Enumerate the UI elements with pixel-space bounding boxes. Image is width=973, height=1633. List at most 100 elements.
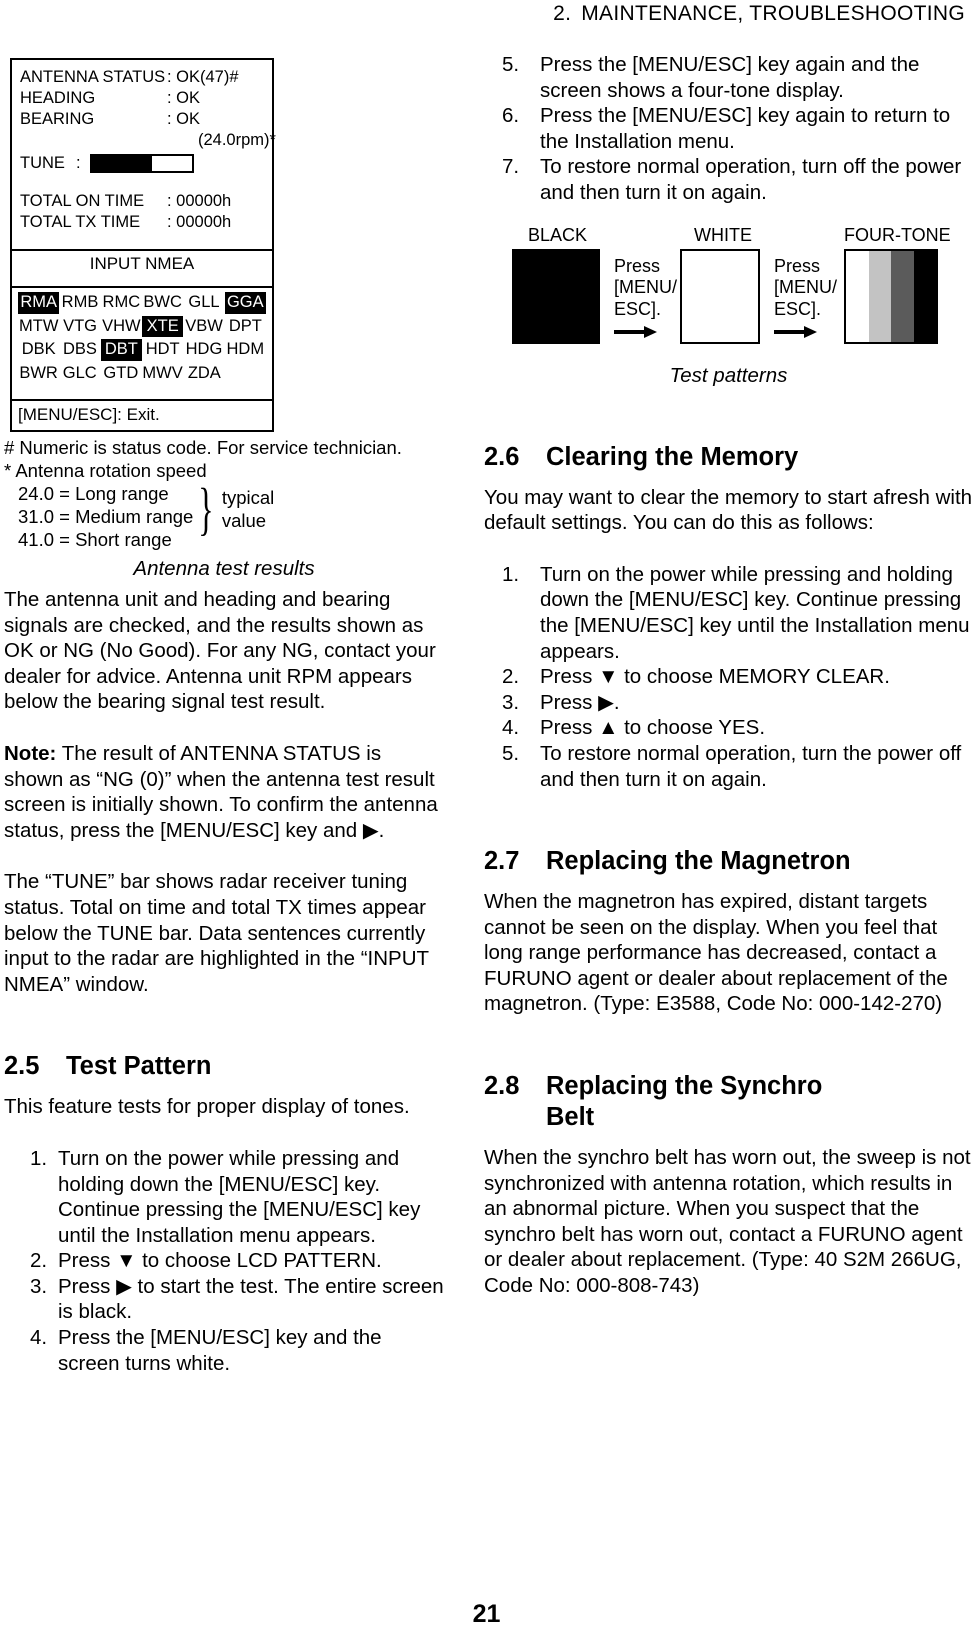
heading-row: HEADING : OK [20, 88, 264, 109]
nmea-row: BWR GLC GTD MWV ZDA [18, 363, 266, 385]
section-2-5-steps: 1. Turn on the power while pressing and h… [4, 1146, 444, 1376]
press-instruction-2: Press [MENU/ ESC]. [774, 256, 837, 321]
total-tx-time-value: : 00000h [167, 213, 232, 231]
press-2-line1: Press [774, 255, 821, 276]
step-item: 7. To restore normal operation, turn off … [484, 154, 973, 205]
test-pattern-steps-continued: 5. Press the [MENU/ESC] key again and the… [484, 52, 973, 206]
step-item: 1. Turn on the power while pressing and h… [4, 1146, 444, 1248]
nmea-sentence-cell: VTG [63, 316, 98, 335]
tune-colon: : [76, 154, 81, 172]
nmea-sentence-cell: HDM [226, 340, 265, 358]
four-tone-pattern-box [844, 248, 938, 344]
step-text: Press ▲ to choose YES. [540, 716, 766, 740]
step-text: Press the [MENU/ESC] key again to return… [540, 104, 951, 153]
note-hash: # Numeric is status code. For service te… [4, 437, 402, 458]
step-item: 3. Press ▶ to start the test. The entire … [4, 1274, 444, 1325]
black-pattern-box [512, 248, 600, 344]
step-item: 1. Turn on the power while pressing and h… [484, 562, 973, 664]
tune-label: TUNE [20, 154, 65, 172]
step-text: Press the [MENU/ESC] key and the screen … [58, 1326, 382, 1375]
section-number-2-5: 2.5 [4, 1052, 40, 1081]
nmea-sentence-cell: RMB [61, 293, 99, 311]
heading-value: : OK [167, 89, 201, 107]
white-pattern-box [680, 248, 760, 344]
section-number-2-6: 2.6 [484, 442, 520, 471]
section-2-6-intro: You may want to clear the memory to star… [484, 485, 973, 535]
nmea-sentence-cell: GGA [224, 292, 266, 314]
press-1-line3: ESC]. [614, 298, 662, 319]
nmea-row: DBK DBS DBT HDT HDG HDM [18, 339, 266, 361]
nmea-sentence-cell: GTD [103, 363, 139, 382]
tone-band [846, 250, 869, 342]
nmea-sentence-cell: ZDA [187, 363, 221, 382]
nmea-sentence-cell: GLL [188, 293, 220, 311]
running-header: 2. MAINTENANCE, TROUBLESHOOTING [0, 2, 965, 26]
input-nmea-title: INPUT NMEA [89, 254, 195, 273]
right-column: 5. Press the [MENU/ESC] key again and the… [484, 52, 973, 1299]
step-marker: 3. [502, 690, 520, 714]
antenna-figure-caption: Antenna test results [133, 557, 315, 580]
press-1-line2: [MENU/ [614, 277, 677, 298]
bearing-value: : OK [167, 110, 201, 128]
antenna-rpm-value: (24.0rpm)* [198, 131, 276, 149]
step-marker: 1. [502, 562, 520, 586]
input-nmea-grid: RMA RMB RMC BWC GLL GGA MTW VTG VHW XTE VBW DPT DBK D… [12, 288, 272, 391]
section-2-5-intro: This feature tests for proper display of… [4, 1095, 410, 1119]
press-1-line1: Press [614, 255, 661, 276]
step-text: Turn on the power while pressing and hol… [58, 1146, 421, 1247]
total-tx-time-label: TOTAL TX TIME [20, 213, 141, 231]
test-patterns-caption: Test patterns [669, 363, 788, 387]
arrow-right-icon-1 [614, 325, 658, 338]
nmea-sentence-cell: HDT [145, 340, 180, 358]
arrow-right-icon-2 [774, 325, 818, 338]
press-instruction-1: Press [MENU/ ESC]. [614, 256, 677, 321]
step-marker: 3. [30, 1274, 48, 1298]
label-four-tone: FOUR-TONE [844, 224, 951, 245]
page-number: 21 [472, 1600, 501, 1628]
total-times-block: TOTAL ON TIME : 00000h TOTAL TX TIME : 0… [20, 191, 264, 233]
tune-bar-fill [92, 156, 152, 171]
step-text: Press ▼ to choose LCD PATTERN. [58, 1249, 382, 1273]
nmea-sentence-cell [225, 363, 266, 385]
nmea-sentence-cell: GLC [62, 363, 97, 382]
step-marker: 1. [30, 1146, 48, 1170]
section-number-2-7: 2.7 [484, 847, 520, 876]
typical-value-line1: typical [221, 487, 275, 508]
note-lead: Note: [4, 741, 57, 765]
heading-label: HEADING [20, 89, 96, 107]
typical-value-line2: value [221, 510, 267, 531]
step-marker: 7. [502, 155, 520, 179]
section-heading-2-8: 2.8 Replacing the Synchro Belt [484, 1071, 973, 1133]
step-item: 2. Press ▼ to choose MEMORY CLEAR. [484, 664, 973, 690]
exit-hint: [MENU/ESC]: Exit. [18, 405, 160, 424]
typical-value-label: typical value [222, 486, 274, 532]
step-item: 6. Press the [MENU/ESC] key again to retu… [484, 103, 973, 154]
nmea-sentence-cell: DBT [100, 339, 142, 361]
test-patterns-figure: BLACK WHITE FOUR-TONE Press [MENU/ ESC].… [512, 224, 972, 364]
nmea-sentence-cell: RMC [102, 293, 141, 311]
press-2-line2: [MENU/ [774, 277, 837, 298]
section-number-2-8: 2.8 [484, 1072, 520, 1101]
step-text: Press ▶. [540, 690, 620, 714]
step-text: Press ▶ to start the test. The entire sc… [58, 1274, 444, 1324]
tune-bar [90, 154, 194, 173]
antenna-test-screen-figure: ANTENNA STATUS : OK(47)# HEADING : OK BE… [10, 58, 276, 432]
nmea-sentence-cell: BWR [19, 363, 58, 382]
curly-brace-icon: } [198, 476, 214, 541]
nmea-sentence-cell: RMA [18, 292, 60, 314]
tune-row: TUNE : [20, 153, 264, 174]
section-2-6-steps: 1. Turn on the power while pressing and h… [484, 562, 973, 792]
nmea-sentence-cell: DBK [21, 340, 56, 358]
antenna-status-row: ANTENNA STATUS : OK(47)# [20, 67, 264, 88]
document-page: 2. MAINTENANCE, TROUBLESHOOTING ANTENNA S… [0, 0, 973, 1633]
press-2-line3: ESC]. [774, 298, 822, 319]
step-item: 4. Press the [MENU/ESC] key and the scree… [4, 1325, 444, 1376]
bearing-row: BEARING : OK [20, 109, 264, 130]
step-item: 2. Press ▼ to choose LCD PATTERN. [4, 1248, 444, 1274]
nmea-sentence-cell: DPT [228, 316, 262, 335]
bearing-label: BEARING [20, 110, 95, 128]
header-chapter-number: 2. [553, 2, 572, 25]
header-chapter-title: MAINTENANCE, TROUBLESHOOTING [581, 2, 965, 25]
step-item: 5. To restore normal operation, turn the … [484, 741, 973, 792]
step-item: 5. Press the [MENU/ESC] key again and the… [484, 52, 973, 103]
